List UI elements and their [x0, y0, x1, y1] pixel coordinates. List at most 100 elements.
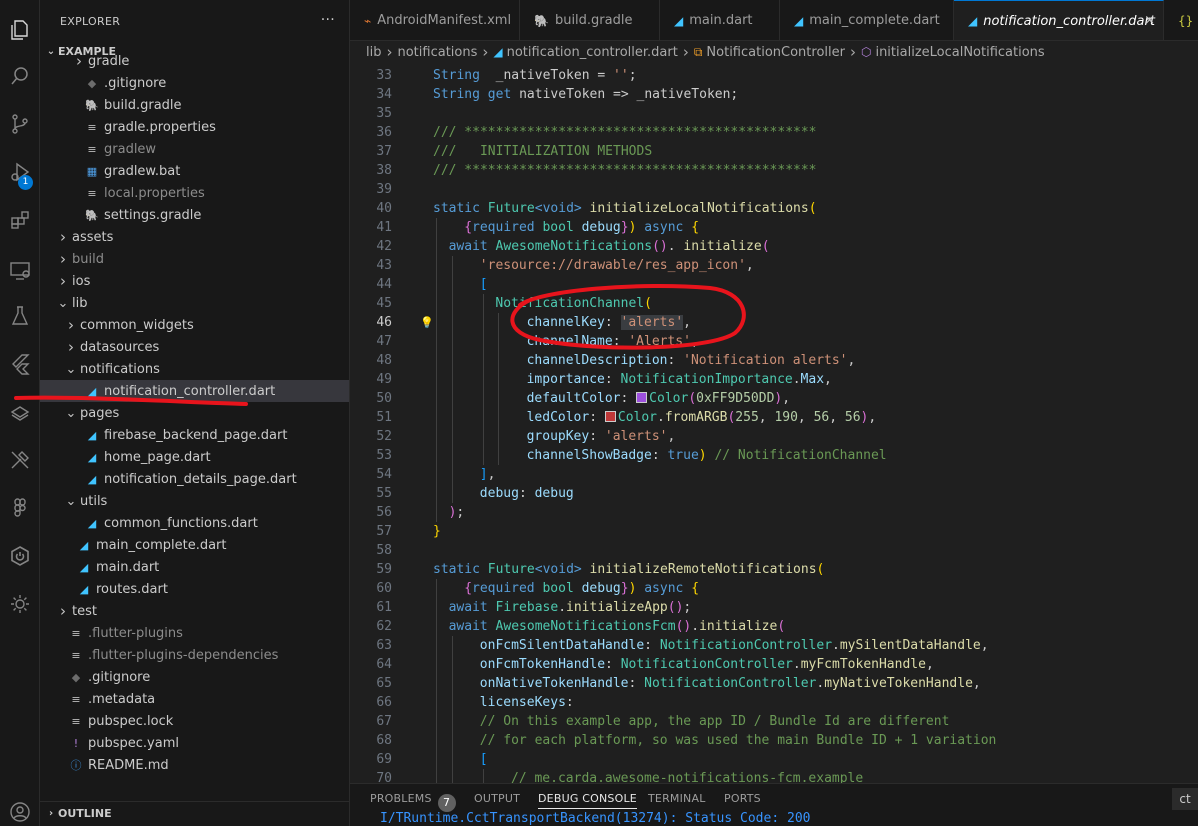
- docker-icon[interactable]: [0, 392, 40, 432]
- color-swatch[interactable]: [636, 392, 648, 403]
- code-line[interactable]: 59 static Future<void> initializeRemoteNo…: [350, 560, 1198, 579]
- file-item[interactable]: ◢ main.dart: [40, 556, 349, 578]
- code-line[interactable]: 47 channelName: 'Alerts',: [350, 332, 1198, 351]
- file-item[interactable]: ! pubspec.yaml: [40, 732, 349, 754]
- code-line[interactable]: 35: [350, 104, 1198, 123]
- account-icon[interactable]: [0, 792, 40, 826]
- testing-icon[interactable]: [0, 296, 40, 336]
- code-line[interactable]: 67 // On this example app, the app ID / B…: [350, 712, 1198, 731]
- code-line[interactable]: 41 {required bool debug}) async {: [350, 218, 1198, 237]
- folder-item[interactable]: › ios: [40, 270, 349, 292]
- tab-problems[interactable]: PROBLEMS 7: [370, 792, 456, 812]
- code-line[interactable]: 52 groupKey: 'alerts',: [350, 427, 1198, 446]
- folder-item[interactable]: › test: [40, 600, 349, 622]
- file-item[interactable]: ⓘ README.md: [40, 754, 349, 776]
- search-icon[interactable]: [0, 56, 40, 96]
- tab-build-gradle[interactable]: 🐘 build.gradle: [520, 0, 660, 40]
- code-line[interactable]: 66 licenseKeys:: [350, 693, 1198, 712]
- folder-item[interactable]: › datasources: [40, 336, 349, 358]
- breadcrumb-item[interactable]: initializeLocalNotifications: [875, 45, 1044, 60]
- file-item[interactable]: 🐘 settings.gradle: [40, 204, 349, 226]
- file-item[interactable]: ≡ gradle.properties: [40, 116, 349, 138]
- lightbulb-icon[interactable]: 💡: [420, 313, 434, 332]
- code-line[interactable]: 56);: [350, 503, 1198, 522]
- code-line[interactable]: 57}: [350, 522, 1198, 541]
- file-item[interactable]: ◢ firebase_backend_page.dart: [40, 424, 349, 446]
- code-line[interactable]: 43 'resource://drawable/res_app_icon',: [350, 256, 1198, 275]
- folder-item[interactable]: › assets: [40, 226, 349, 248]
- code-line[interactable]: 62 await AwesomeNotificationsFcm().initia…: [350, 617, 1198, 636]
- folder-item[interactable]: › gradle: [40, 53, 349, 72]
- code-line[interactable]: 34 String get nativeToken => _nativeToken…: [350, 85, 1198, 104]
- file-item[interactable]: ≡ .metadata: [40, 688, 349, 710]
- run-debug-icon[interactable]: 1: [0, 152, 40, 192]
- code-line[interactable]: 69 [: [350, 750, 1198, 769]
- file-item[interactable]: ◢ notification_details_page.dart: [40, 468, 349, 490]
- file-item[interactable]: ◢ common_functions.dart: [40, 512, 349, 534]
- close-icon[interactable]: ×: [1144, 13, 1155, 28]
- remote-explorer-icon[interactable]: [0, 250, 40, 290]
- code-line[interactable]: 48 channelDescription: 'Notification aler…: [350, 351, 1198, 370]
- code-line[interactable]: 55 debug: debug: [350, 484, 1198, 503]
- code-line[interactable]: 50 defaultColor: Color(0xFF9D50DD),: [350, 389, 1198, 408]
- color-swatch[interactable]: [604, 411, 616, 422]
- power-icon[interactable]: [0, 536, 40, 576]
- code-line[interactable]: 49 importance: NotificationImportance.Max…: [350, 370, 1198, 389]
- code-editor[interactable]: 33 String _nativeToken = ''; 34 String get …: [350, 63, 1198, 783]
- code-line[interactable]: 44 [: [350, 275, 1198, 294]
- tab-ports[interactable]: PORTS: [724, 792, 761, 805]
- tab-terminal[interactable]: TERMINAL: [648, 792, 706, 805]
- code-line[interactable]: 53 channelShowBadge: true) // Notificatio…: [350, 446, 1198, 465]
- file-item[interactable]: ≡ .flutter-plugins: [40, 622, 349, 644]
- code-line[interactable]: 58: [350, 541, 1198, 560]
- code-line[interactable]: 45 NotificationChannel(: [350, 294, 1198, 313]
- code-line[interactable]: 37 /// INITIALIZATION METHODS: [350, 142, 1198, 161]
- tab-notification-controller-dart[interactable]: ◢ notification_controller.dart ×: [954, 0, 1164, 40]
- tab-output[interactable]: OUTPUT: [474, 792, 520, 805]
- code-line[interactable]: 65 onNativeTokenHandle: NotificationContr…: [350, 674, 1198, 693]
- code-line[interactable]: 60 {required bool debug}) async {: [350, 579, 1198, 598]
- folder-item[interactable]: ⌄ utils: [40, 490, 349, 512]
- folder-item[interactable]: ⌄ pages: [40, 402, 349, 424]
- extensions-icon[interactable]: [0, 200, 40, 240]
- file-item[interactable]: ≡ .flutter-plugins-dependencies: [40, 644, 349, 666]
- file-item[interactable]: ◢ main_complete.dart: [40, 534, 349, 556]
- tab-main-complete-dart[interactable]: ◢ main_complete.dart: [780, 0, 954, 40]
- file-item[interactable]: ≡ local.properties: [40, 182, 349, 204]
- breadcrumb-item[interactable]: notification_controller.dart: [507, 45, 678, 60]
- breadcrumb-item[interactable]: NotificationController: [706, 45, 845, 60]
- file-item[interactable]: ◆ .gitignore: [40, 72, 349, 94]
- tab-main-dart[interactable]: ◢ main.dart: [660, 0, 780, 40]
- file-item[interactable]: ◢ routes.dart: [40, 578, 349, 600]
- file-item[interactable]: ≡ pubspec.lock: [40, 710, 349, 732]
- code-line[interactable]: 40 static Future<void> initializeLocalNot…: [350, 199, 1198, 218]
- file-item[interactable]: ◢ home_page.dart: [40, 446, 349, 468]
- settings-gear-extension-icon[interactable]: [0, 584, 40, 624]
- source-control-icon[interactable]: [0, 104, 40, 144]
- figma-icon[interactable]: [0, 488, 40, 528]
- code-line[interactable]: 63 onFcmSilentDataHandle: NotificationCon…: [350, 636, 1198, 655]
- breadcrumb-item[interactable]: lib: [366, 45, 381, 60]
- folder-item[interactable]: ⌄ notifications: [40, 358, 349, 380]
- code-line[interactable]: 70 // me.carda.awesome-notifications-fcm.…: [350, 769, 1198, 783]
- folder-item[interactable]: ⌄ lib: [40, 292, 349, 314]
- tab-androidmanifest-xml[interactable]: ⌁ AndroidManifest.xml: [350, 0, 520, 40]
- outline-section[interactable]: › OUTLINE: [40, 801, 349, 825]
- more-actions-icon[interactable]: ···: [321, 12, 335, 28]
- file-item[interactable]: ≡ gradlew: [40, 138, 349, 160]
- file-item[interactable]: ▦ gradlew.bat: [40, 160, 349, 182]
- folder-item[interactable]: › build: [40, 248, 349, 270]
- code-line[interactable]: 46 💡 channelKey: 'alerts',: [350, 313, 1198, 332]
- code-line[interactable]: 33 String _nativeToken = '';: [350, 66, 1198, 85]
- code-line[interactable]: 68 // for each platform, so was used the …: [350, 731, 1198, 750]
- code-line[interactable]: 36 /// **********************************…: [350, 123, 1198, 142]
- file-item[interactable]: ◢ notification_controller.dart: [40, 380, 349, 402]
- code-line[interactable]: 64 onFcmTokenHandle: NotificationControll…: [350, 655, 1198, 674]
- tab-debug-console[interactable]: DEBUG CONSOLE: [538, 792, 637, 809]
- folder-item[interactable]: › common_widgets: [40, 314, 349, 336]
- code-line[interactable]: 61 await Firebase.initializeApp();: [350, 598, 1198, 617]
- code-line[interactable]: 42 await AwesomeNotifications(). initiali…: [350, 237, 1198, 256]
- code-line[interactable]: 38 /// **********************************…: [350, 161, 1198, 180]
- code-line[interactable]: 39: [350, 180, 1198, 199]
- file-item[interactable]: ◆ .gitignore: [40, 666, 349, 688]
